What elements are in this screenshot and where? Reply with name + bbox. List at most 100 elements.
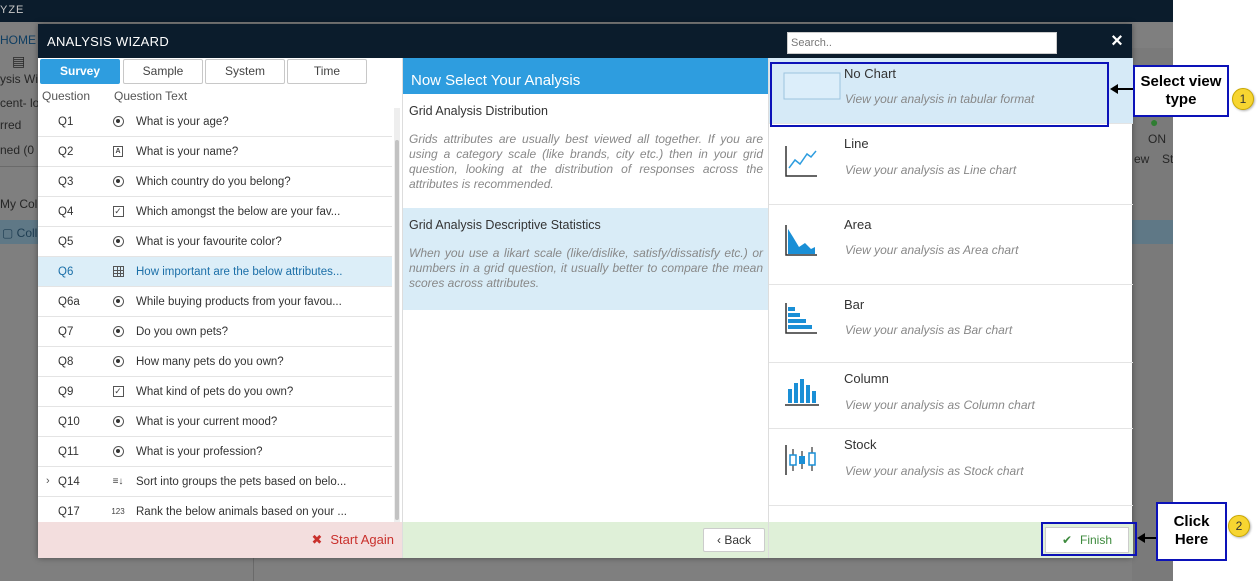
view-type-name: Column — [844, 371, 889, 386]
question-row[interactable]: Q8 How many pets do you own? — [38, 347, 392, 377]
question-text: What kind of pets do you own? — [136, 386, 294, 398]
tab-time[interactable]: Time — [287, 59, 367, 84]
text-icon: A — [112, 145, 124, 157]
modal-title: ANALYSIS WIZARD — [47, 34, 170, 49]
search-input[interactable] — [787, 32, 1057, 54]
column-chart-icon — [783, 375, 823, 409]
question-row[interactable]: Q3 Which country do you belong? — [38, 167, 392, 197]
view-type-name: Bar — [844, 297, 865, 312]
area-chart-icon — [783, 223, 823, 257]
question-id: Q1 — [58, 116, 74, 128]
question-id: Q14 — [58, 476, 80, 488]
question-text: What is your current mood? — [136, 416, 278, 428]
back-button[interactable]: ‹ Back — [703, 528, 765, 552]
question-text: While buying products from your favou... — [136, 296, 342, 308]
question-id: Q17 — [58, 506, 80, 518]
view-type-name: Area — [844, 217, 872, 232]
radio-icon — [112, 445, 124, 457]
bg-divider — [0, 166, 38, 167]
question-id: Q11 — [58, 446, 79, 458]
view-type-column[interactable]: Column View your analysis as Column char… — [769, 363, 1133, 429]
view-type-stock[interactable]: Stock View your analysis as Stock chart — [769, 429, 1133, 506]
app-top-bar: YZE — [0, 0, 1173, 22]
analysis-title: Grid Analysis Descriptive Statistics — [409, 218, 601, 232]
bg-collection-label: Coll — [16, 226, 38, 240]
analysis-title: Grid Analysis Distribution — [409, 104, 548, 118]
question-row[interactable]: Q10 What is your current mood? — [38, 407, 392, 437]
tab-system[interactable]: System — [205, 59, 285, 84]
highlight-finish — [1041, 522, 1137, 556]
bg-divider-vertical — [253, 558, 254, 581]
radio-icon — [112, 235, 124, 247]
question-id: Q2 — [58, 146, 74, 158]
question-row[interactable]: › Q14 ≡↓ Sort into groups the pets based… — [38, 467, 392, 497]
question-row[interactable]: Q6a While buying products from your favo… — [38, 287, 392, 317]
radio-icon — [112, 415, 124, 427]
modal-header: ANALYSIS WIZARD × — [38, 24, 1132, 58]
view-type-area[interactable]: Area View your analysis as Area chart — [769, 205, 1133, 285]
question-id: Q8 — [58, 356, 74, 368]
view-type-line[interactable]: Line View your analysis as Line chart — [769, 124, 1133, 205]
radio-icon — [112, 325, 124, 337]
radio-icon — [112, 175, 124, 187]
question-text: What is your favourite color? — [136, 236, 282, 248]
question-text: What is your name? — [136, 146, 239, 158]
question-id: Q5 — [58, 236, 74, 248]
start-again-button[interactable]: ✖ Start Again — [311, 532, 394, 548]
callout-select-view-type: Select view type — [1133, 65, 1229, 117]
question-id: Q3 — [58, 176, 74, 188]
bg-nav-item-1[interactable]: ysis Wi — [0, 72, 38, 86]
tab-survey[interactable]: Survey — [40, 59, 120, 84]
question-row[interactable]: Q4 ✓ Which amongst the below are your fa… — [38, 197, 392, 227]
question-text: What is your profession? — [136, 446, 263, 458]
analysis-panel: Now Select Your Analysis Grid Analysis D… — [402, 58, 769, 558]
bg-my-collections: My Coll — [0, 197, 41, 211]
bg-right-text-1: ew — [1134, 152, 1150, 166]
view-type-name: Line — [844, 136, 869, 151]
rank-icon: 123 — [111, 506, 125, 516]
scrollbar-thumb[interactable] — [395, 140, 399, 520]
question-text: What is your age? — [136, 116, 229, 128]
left-footer: ✖ Start Again — [38, 522, 402, 558]
analysis-description: When you use a likart scale (like/dislik… — [409, 246, 763, 290]
checkbox-icon: ✓ — [112, 205, 124, 217]
question-text: Sort into groups the pets based on belo.… — [136, 476, 347, 488]
question-row[interactable]: Q17 123 Rank the below animals based on … — [38, 497, 392, 522]
question-text: Rank the below animals based on your ... — [136, 506, 347, 518]
analysis-option-distribution[interactable]: Grid Analysis Distribution Grids attribu… — [403, 94, 769, 208]
bg-nav-item-3: rred — [0, 118, 22, 132]
radio-icon — [112, 295, 124, 307]
question-row[interactable]: Q5 What is your favourite color? — [38, 227, 392, 257]
bg-on-label: ON — [1148, 132, 1166, 146]
column-header-question-text: Question Text — [114, 89, 188, 103]
bg-right-text-2: St — [1162, 152, 1174, 166]
question-text: Do you own pets? — [136, 326, 229, 338]
step-badge-1: 1 — [1232, 88, 1254, 110]
home-link[interactable]: HOME — [0, 33, 36, 47]
view-type-bar[interactable]: Bar View your analysis as Bar chart — [769, 285, 1133, 363]
question-id: Q10 — [58, 416, 80, 428]
question-row[interactable]: Q1 What is your age? — [38, 107, 392, 137]
question-text: Which country do you belong? — [136, 176, 291, 188]
analysis-wizard-icon[interactable]: ▤ — [12, 53, 25, 70]
stock-chart-icon — [783, 443, 823, 477]
question-row-selected[interactable]: Q6 How important are the below attribute… — [38, 257, 392, 287]
question-text: Which amongst the below are your fav... — [136, 206, 341, 218]
view-type-description: View your analysis as Column chart — [845, 398, 1035, 412]
step-badge-2: 2 — [1228, 515, 1250, 537]
question-row[interactable]: Q9 ✓ What kind of pets do you own? — [38, 377, 392, 407]
annotation-arrow — [1116, 88, 1134, 90]
radio-icon — [112, 115, 124, 127]
question-row[interactable]: Q11 What is your profession? — [38, 437, 392, 467]
question-row[interactable]: Q2 A What is your name? — [38, 137, 392, 167]
bg-collection-item[interactable]: ▢ Coll — [2, 226, 37, 240]
close-icon[interactable]: × — [1107, 31, 1127, 51]
middle-footer: ‹ Back — [403, 522, 769, 558]
chevron-right-icon[interactable]: › — [46, 475, 50, 487]
tab-sample[interactable]: Sample — [123, 59, 203, 84]
question-row[interactable]: Q7 Do you own pets? — [38, 317, 392, 347]
analysis-option-descriptive-statistics[interactable]: Grid Analysis Descriptive Statistics Whe… — [403, 208, 769, 310]
view-type-description: View your analysis as Stock chart — [845, 464, 1024, 478]
annotation-arrow — [1143, 537, 1157, 539]
app-brand: YZE — [0, 4, 25, 16]
